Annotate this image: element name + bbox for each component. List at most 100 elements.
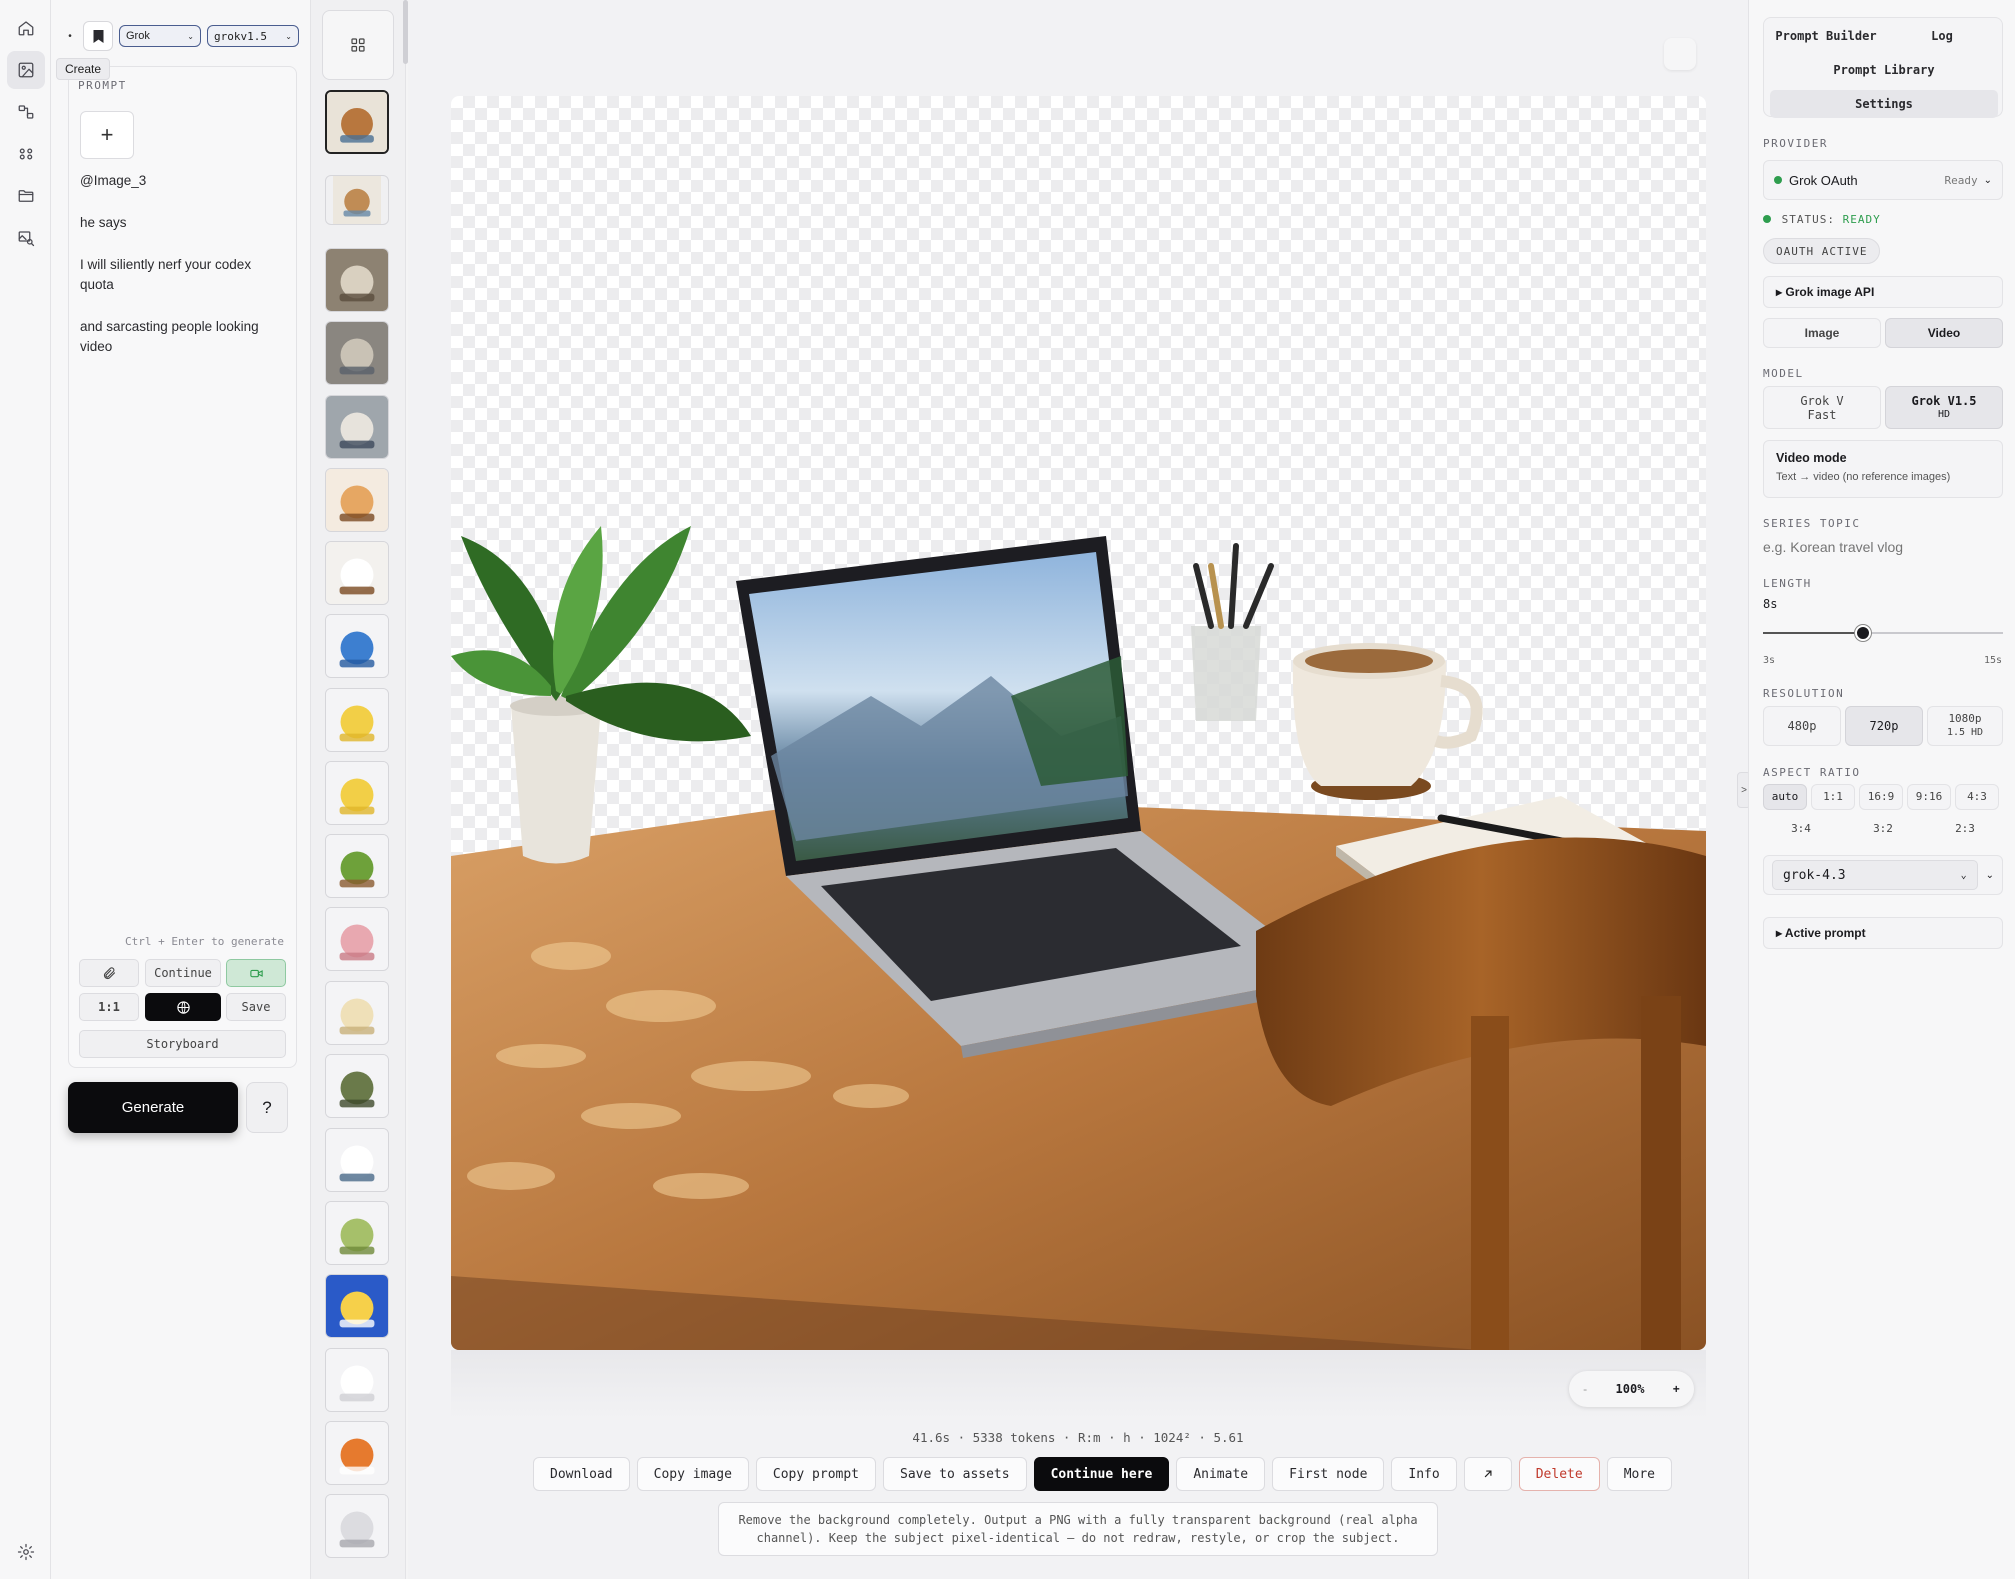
thumbnail-paper-crane[interactable]: [325, 907, 389, 971]
save-to-assets-button[interactable]: Save to assets: [883, 1457, 1027, 1491]
thumbnail-blue-umbrella[interactable]: [325, 614, 389, 678]
prompt-line: he says: [80, 215, 127, 230]
create-tooltip: Create: [56, 58, 111, 80]
more-button[interactable]: More: [1606, 1457, 1672, 1491]
download-button[interactable]: Download: [533, 1457, 630, 1491]
thumbnail-maple-leaf[interactable]: [325, 1201, 389, 1265]
chevron-down-icon: ⌄: [1983, 174, 1992, 186]
generate-button[interactable]: Generate: [68, 1082, 238, 1133]
video-mode-title: Video mode: [1776, 451, 1847, 465]
first-node-button[interactable]: First node: [1272, 1457, 1385, 1491]
thumbnail-white-sneaker[interactable]: [325, 1348, 389, 1412]
zoom-level: 100%: [1615, 1382, 1645, 1396]
thumbnail-laptop-room[interactable]: [325, 321, 389, 385]
gear-icon[interactable]: [7, 1533, 45, 1571]
length-slider[interactable]: [1763, 625, 2003, 641]
thumbnail-desk-laptop[interactable]: [325, 90, 389, 154]
thumbnail-dragon-figure[interactable]: [325, 1054, 389, 1118]
image-preview[interactable]: [451, 96, 1706, 1350]
help-button[interactable]: ?: [246, 1082, 288, 1133]
mode-image-button[interactable]: Image: [1763, 318, 1881, 348]
aspect-auto[interactable]: auto: [1763, 784, 1807, 810]
image-search-icon[interactable]: [7, 219, 45, 257]
prompt-line: and sarcasting people looking video: [80, 319, 259, 354]
paperclip-icon: [103, 966, 115, 979]
length-slider-handle[interactable]: [1855, 625, 1872, 641]
thumbnail-yellow-star-2[interactable]: [325, 761, 389, 825]
series-topic-input[interactable]: [1763, 535, 2003, 559]
thumbnail-glass-item[interactable]: [325, 1494, 389, 1558]
video-mode-desc: Text → video (no reference images): [1776, 471, 1951, 483]
thumbnail-desk-laptop-2[interactable]: [325, 175, 389, 225]
aspect-1x1[interactable]: 1:1: [1811, 784, 1855, 810]
thumbnail-avocado-character[interactable]: [325, 834, 389, 898]
tab-settings[interactable]: Settings: [1770, 90, 1998, 118]
aspect-4x3[interactable]: 4:3: [1955, 784, 1999, 810]
collapse-dot-icon[interactable]: •: [63, 22, 77, 50]
continue-button[interactable]: Continue: [145, 959, 221, 987]
attach-button[interactable]: [79, 959, 139, 987]
model-select[interactable]: grokv1.5 ⌄: [207, 25, 299, 47]
delete-button[interactable]: Delete: [1518, 1457, 1600, 1491]
model-name: Grok V1.5: [1911, 393, 1977, 408]
copy-prompt-button[interactable]: Copy prompt: [755, 1457, 876, 1491]
workflow-icon[interactable]: [7, 93, 45, 131]
thumbnail-coffee-cup[interactable]: [325, 541, 389, 605]
aspect-ratio-button[interactable]: 1:1: [79, 993, 139, 1021]
thumbnail-perfume-bottle[interactable]: [325, 981, 389, 1045]
prompt-textarea[interactable]: @Image_3 he says I will siliently nerf y…: [80, 171, 280, 379]
aspect-16x9[interactable]: 16:9: [1859, 784, 1903, 810]
aspect-3x2[interactable]: 3:2: [1845, 816, 1921, 842]
bookmark-icon[interactable]: [83, 21, 113, 51]
grok-image-api-toggle[interactable]: ▸ Grok image API: [1763, 276, 2003, 308]
resolution-480p[interactable]: 480p: [1763, 706, 1841, 746]
thumbnail-fox-face[interactable]: [325, 1421, 389, 1485]
folder-icon[interactable]: [7, 177, 45, 215]
mode-video-button[interactable]: Video: [1885, 318, 2003, 348]
thumbnail-yellow-star[interactable]: [325, 688, 389, 752]
filters-icon[interactable]: [7, 135, 45, 173]
model-grok-v15-hd[interactable]: Grok V1.5 HD: [1885, 386, 2003, 429]
open-external-button[interactable]: [1463, 1457, 1512, 1491]
thumbnail-cat-face[interactable]: [325, 468, 389, 532]
model-grok-v-fast[interactable]: Grok V Fast: [1763, 386, 1881, 429]
continue-here-button[interactable]: Continue here: [1033, 1457, 1170, 1491]
zoom-out-button[interactable]: -: [1583, 1382, 1587, 1396]
resolution-1080p[interactable]: 1080p 1.5 HD: [1927, 706, 2003, 746]
arrow-up-right-icon: [1484, 1470, 1492, 1478]
grid-view-button[interactable]: [322, 10, 394, 80]
tab-prompt-library[interactable]: Prompt Library: [1770, 56, 1998, 84]
thumbnail-column: [311, 0, 406, 1579]
chevron-down-icon[interactable]: ⌄: [1986, 870, 1994, 881]
generate-hint: Ctrl + Enter to generate: [125, 935, 284, 948]
thumbnail-person-standing[interactable]: [325, 395, 389, 459]
thumbnail-astronaut-figure[interactable]: [325, 1128, 389, 1192]
video-mode-button[interactable]: [226, 959, 286, 987]
animate-button[interactable]: Animate: [1176, 1457, 1266, 1491]
aspect-9x16[interactable]: 9:16: [1907, 784, 1951, 810]
storyboard-button[interactable]: Storyboard: [79, 1030, 286, 1058]
save-button[interactable]: Save: [226, 993, 286, 1021]
image-icon[interactable]: [7, 51, 45, 89]
provider-select[interactable]: Grok OAuth Ready ⌄: [1763, 160, 2003, 200]
info-button[interactable]: Info: [1391, 1457, 1457, 1491]
thumbnail-korean-poster[interactable]: [325, 1274, 389, 1338]
aspect-2x3[interactable]: 2:3: [1927, 816, 2003, 842]
copy-image-button[interactable]: Copy image: [636, 1457, 749, 1491]
provider-state: Ready: [1944, 173, 1978, 187]
thumbnail-room-collage[interactable]: [325, 248, 389, 312]
tab-prompt-builder[interactable]: Prompt Builder: [1770, 22, 1882, 50]
provider-select[interactable]: Grok ⌄: [119, 25, 201, 47]
llm-select[interactable]: grok-4.3 ⌄: [1772, 860, 1978, 890]
aspect-3x4[interactable]: 3:4: [1763, 816, 1839, 842]
settings-tabs: Prompt Builder Log Prompt Library Settin…: [1763, 17, 2003, 118]
resolution-720p[interactable]: 720p: [1845, 706, 1923, 746]
tab-log[interactable]: Log: [1886, 22, 1998, 50]
zoom-in-button[interactable]: +: [1673, 1382, 1680, 1396]
active-prompt-toggle[interactable]: ▸ Active prompt: [1763, 917, 2003, 949]
llm-select-row: grok-4.3 ⌄ ⌄: [1763, 855, 2003, 895]
web-search-button[interactable]: [145, 993, 221, 1021]
fullscreen-button[interactable]: [1664, 38, 1696, 70]
add-image-button[interactable]: +: [80, 111, 134, 159]
home-icon[interactable]: [7, 9, 45, 47]
